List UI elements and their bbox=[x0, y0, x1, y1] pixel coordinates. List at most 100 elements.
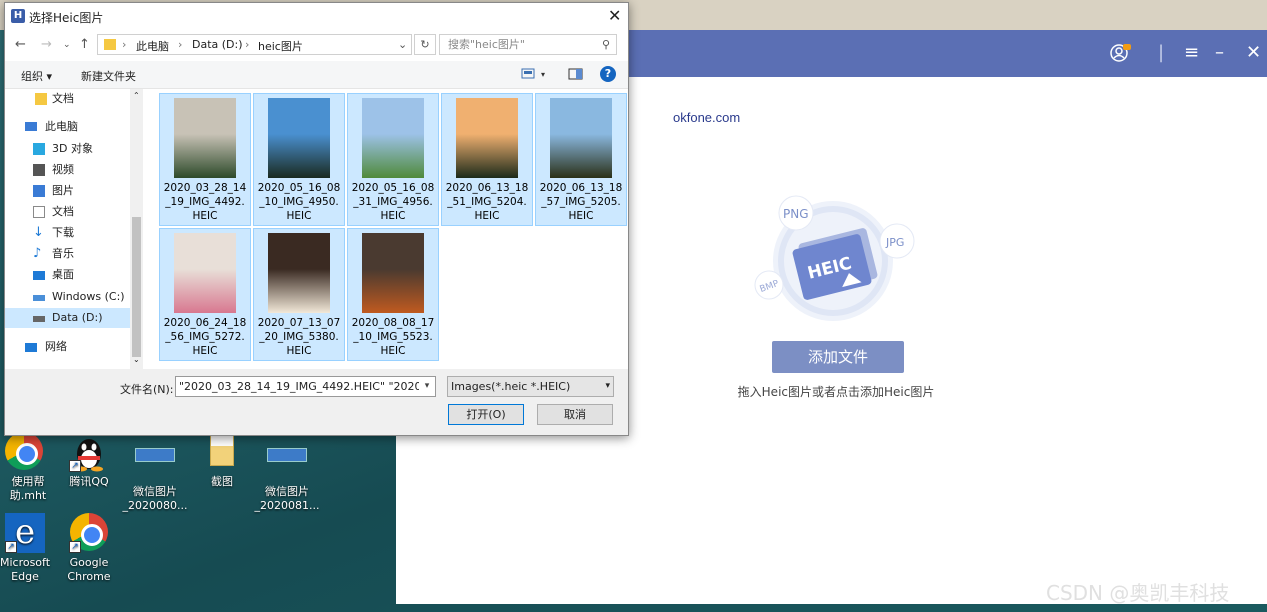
nav-item-documents-folder[interactable]: 文档 bbox=[5, 89, 130, 109]
file-tile[interactable]: 2020_06_24_18_56_IMG_5272.HEIC bbox=[159, 228, 251, 361]
help-icon[interactable]: ? bbox=[600, 66, 616, 82]
png-badge: PNG bbox=[783, 207, 809, 221]
file-open-dialog: H 选择Heic图片 ✕ ← → ⌄ ↑ › 此电脑 › Data (D:) ›… bbox=[4, 2, 629, 436]
breadcrumb-this-pc[interactable]: 此电脑 bbox=[136, 38, 169, 54]
app-logo-icon: H bbox=[11, 9, 25, 23]
nav-item-music[interactable]: ♪ 音乐 bbox=[5, 244, 130, 264]
desktop-icon-label: 使用帮助.mht bbox=[9, 475, 47, 502]
file-tile[interactable]: 2020_03_28_14_19_IMG_4492.HEIC bbox=[159, 93, 251, 226]
file-tile[interactable]: 2020_07_13_07_20_IMG_5380.HEIC bbox=[253, 228, 345, 361]
nav-label: 图片 bbox=[52, 184, 74, 197]
thumbnail-image bbox=[268, 233, 330, 313]
nav-label: 下载 bbox=[52, 226, 74, 239]
search-placeholder: 搜索"heic图片" bbox=[448, 38, 525, 51]
file-tile[interactable]: 2020_06_13_18_51_IMG_5204.HEIC bbox=[441, 93, 533, 226]
forward-icon[interactable]: → bbox=[41, 37, 52, 52]
file-name: 2020_05_16_08_31_IMG_4956.HEIC bbox=[351, 182, 435, 222]
chrome-icon bbox=[4, 432, 44, 472]
view-options-icon[interactable]: ▾ bbox=[521, 67, 549, 84]
desktop-icon-help[interactable]: 使用帮助.mht bbox=[0, 432, 60, 503]
desktop-icon-label: 腾讯QQ bbox=[69, 475, 109, 488]
nav-item-desktop[interactable]: 桌面 bbox=[5, 265, 130, 285]
thumbnail-image bbox=[174, 98, 236, 178]
nav-item-downloads[interactable]: ↓ 下载 bbox=[5, 223, 130, 243]
nav-item-this-pc[interactable]: 此电脑 bbox=[5, 117, 130, 137]
close-icon[interactable]: ✕ bbox=[608, 6, 621, 25]
desktop-icon-label: 微信图片_2020081... bbox=[254, 485, 320, 512]
refresh-icon[interactable]: ↻ bbox=[414, 34, 436, 55]
organize-button[interactable]: 组织 ▾ bbox=[21, 68, 52, 84]
up-icon[interactable]: ↑ bbox=[79, 37, 90, 52]
filetype-value: Images(*.heic *.HEIC) bbox=[451, 380, 571, 393]
user-icon[interactable] bbox=[1109, 42, 1131, 70]
search-input[interactable]: 搜索"heic图片" ⚲ bbox=[439, 34, 617, 55]
filename-value: "2020_03_28_14_19_IMG_4492.HEIC" "2020_0… bbox=[179, 380, 436, 393]
preview-pane-icon[interactable] bbox=[568, 67, 584, 84]
file-list: 2020_03_28_14_19_IMG_4492.HEIC 2020_05_16… bbox=[155, 93, 627, 365]
chevron-down-icon[interactable]: ⌄ bbox=[398, 38, 407, 51]
file-name: 2020_08_08_17_10_IMG_5523.HEIC bbox=[351, 317, 435, 357]
scroll-thumb[interactable] bbox=[132, 217, 141, 357]
scroll-down-icon[interactable]: ⌄ bbox=[133, 355, 140, 364]
nav-item-videos[interactable]: 视频 bbox=[5, 160, 130, 180]
nav-item-network[interactable]: 网络 bbox=[5, 337, 130, 357]
thumbnail-image bbox=[550, 98, 612, 178]
open-button[interactable]: 打开(O) bbox=[448, 404, 524, 425]
desktop-icon-edge[interactable]: e ↗ Microsoft Edge bbox=[0, 513, 60, 584]
address-bar-row: ← → ⌄ ↑ › 此电脑 › Data (D:) › heic图片 ⌄ ↻ 搜… bbox=[5, 31, 628, 61]
recent-dropdown-icon[interactable]: ⌄ bbox=[63, 40, 71, 50]
cancel-button[interactable]: 取消 bbox=[537, 404, 613, 425]
computer-icon bbox=[25, 122, 37, 131]
image-file-icon bbox=[267, 448, 307, 482]
breadcrumb-heic-folder[interactable]: heic图片 bbox=[258, 38, 303, 54]
nav-item-pictures[interactable]: 图片 bbox=[5, 181, 130, 201]
desktop-icon-wechat-image-2[interactable]: 微信图片_2020081... bbox=[252, 438, 322, 513]
nav-item-3d-objects[interactable]: 3D 对象 bbox=[5, 139, 130, 159]
chevron-down-icon[interactable]: ▾ bbox=[419, 377, 435, 396]
back-icon[interactable]: ← bbox=[15, 37, 26, 52]
file-tile[interactable]: 2020_06_13_18_57_IMG_5205.HEIC bbox=[535, 93, 627, 226]
scroll-up-icon[interactable]: ⌃ bbox=[133, 91, 140, 100]
nav-label: 音乐 bbox=[52, 247, 74, 260]
chevron-down-icon: ▾ bbox=[605, 381, 610, 391]
file-name: 2020_03_28_14_19_IMG_4492.HEIC bbox=[163, 182, 247, 222]
minimize-icon[interactable]: – bbox=[1215, 42, 1224, 64]
nav-scrollbar[interactable]: ⌃ ⌄ bbox=[130, 89, 143, 369]
new-folder-button[interactable]: 新建文件夹 bbox=[81, 68, 136, 84]
nav-label: Data (D:) bbox=[52, 311, 103, 324]
edge-icon: e ↗ bbox=[5, 513, 45, 553]
nav-label: Windows (C:) bbox=[52, 290, 125, 303]
separator: | bbox=[1158, 42, 1165, 63]
qq-icon: ↗ bbox=[69, 432, 109, 472]
desktop-icon-wechat-image-1[interactable]: 微信图片_2020080... bbox=[120, 438, 190, 513]
file-tile[interactable]: 2020_05_16_08_10_IMG_4950.HEIC bbox=[253, 93, 345, 226]
desktop-icon-qq[interactable]: ↗ 腾讯QQ bbox=[54, 432, 124, 489]
nav-label: 此电脑 bbox=[45, 120, 78, 133]
video-icon bbox=[33, 164, 45, 176]
desktop-icon-label: Microsoft Edge bbox=[0, 556, 51, 583]
address-bar[interactable]: › 此电脑 › Data (D:) › heic图片 ⌄ bbox=[97, 34, 412, 55]
close-icon[interactable]: ✕ bbox=[1246, 42, 1261, 64]
thumbnail-image bbox=[456, 98, 518, 178]
add-file-button[interactable]: 添加文件 bbox=[772, 341, 904, 373]
file-tile[interactable]: 2020_08_08_17_10_IMG_5523.HEIC bbox=[347, 228, 439, 361]
nav-item-drive-d[interactable]: Data (D:) bbox=[5, 308, 130, 328]
file-tile[interactable]: 2020_05_16_08_31_IMG_4956.HEIC bbox=[347, 93, 439, 226]
filename-input[interactable]: "2020_03_28_14_19_IMG_4492.HEIC" "2020_0… bbox=[175, 376, 436, 397]
desktop-icon-chrome[interactable]: ↗ Google Chrome bbox=[54, 513, 124, 584]
desktop-icon-screenshot-folder[interactable]: 截图 bbox=[187, 432, 257, 489]
nav-item-documents[interactable]: 文档 bbox=[5, 202, 130, 222]
file-name: 2020_06_13_18_51_IMG_5204.HEIC bbox=[445, 182, 529, 222]
drive-icon bbox=[33, 316, 45, 322]
menu-icon[interactable]: ≡ bbox=[1184, 42, 1199, 64]
thumbnail-image bbox=[174, 233, 236, 313]
breadcrumb-data-drive[interactable]: Data (D:) bbox=[192, 38, 243, 51]
breadcrumb-separator: › bbox=[178, 38, 183, 51]
folder-icon bbox=[202, 432, 242, 472]
folder-icon bbox=[104, 39, 116, 50]
breadcrumb-separator: › bbox=[245, 38, 250, 51]
music-icon: ♪ bbox=[33, 246, 42, 261]
nav-item-drive-c[interactable]: Windows (C:) bbox=[5, 287, 130, 307]
filetype-select[interactable]: Images(*.heic *.HEIC) ▾ bbox=[447, 376, 614, 397]
filename-label: 文件名(N): bbox=[120, 383, 174, 396]
